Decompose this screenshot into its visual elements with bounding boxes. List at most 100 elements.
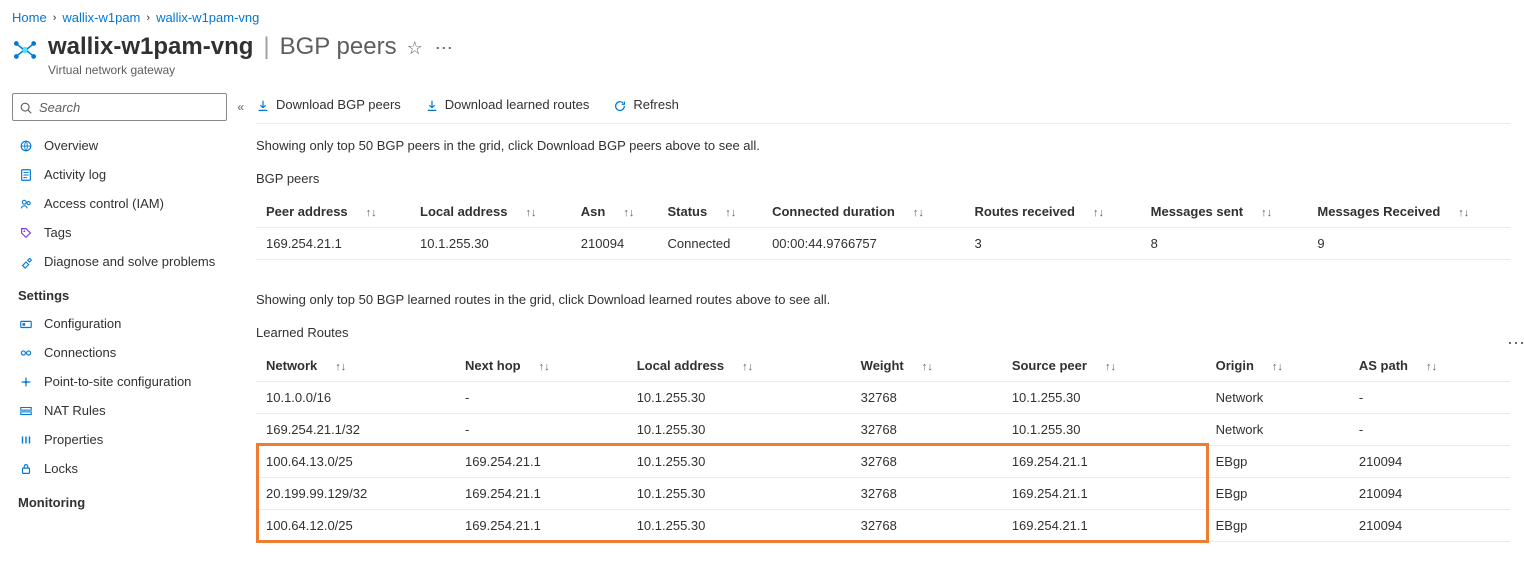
page-title: BGP peers xyxy=(280,33,397,61)
cell: 8 xyxy=(1141,227,1308,259)
cell: 10.1.255.30 xyxy=(1002,381,1206,413)
column-header[interactable]: Local address↑↓ xyxy=(627,350,851,382)
learned-routes-table: Network↑↓Next hop↑↓Local address↑↓Weight… xyxy=(256,350,1510,542)
bgp-peers-title: BGP peers xyxy=(256,171,1510,186)
sort-icon[interactable]: ↑↓ xyxy=(335,361,346,373)
sidebar-item-nat-rules[interactable]: NAT Rules xyxy=(8,396,248,425)
cell: 100.64.13.0/25 xyxy=(256,445,455,477)
more-button[interactable]: ⋯ xyxy=(435,38,454,59)
favorite-button[interactable]: ☆ xyxy=(407,38,423,59)
cell: 169.254.21.1 xyxy=(256,227,410,259)
sort-icon[interactable]: ↑↓ xyxy=(1105,361,1116,373)
column-label: AS path xyxy=(1359,358,1408,373)
search-placeholder: Search xyxy=(39,100,80,115)
cell: 32768 xyxy=(851,381,1002,413)
sort-icon[interactable]: ↑↓ xyxy=(913,207,924,219)
table-row[interactable]: 100.64.13.0/25169.254.21.110.1.255.30327… xyxy=(256,445,1510,477)
cell: 10.1.255.30 xyxy=(627,445,851,477)
refresh-button[interactable]: Refresh xyxy=(613,97,679,113)
download-learned-routes-button[interactable]: Download learned routes xyxy=(425,97,590,113)
column-header[interactable]: Asn ↑↓ xyxy=(571,196,658,228)
table-row[interactable]: 169.254.21.1/32-10.1.255.303276810.1.255… xyxy=(256,413,1510,445)
column-header[interactable]: Local address↑↓ xyxy=(410,196,571,228)
column-header[interactable]: Origin ↑↓ xyxy=(1206,350,1349,382)
column-header[interactable]: AS path ↑↓ xyxy=(1349,350,1510,382)
column-header[interactable]: Connected duration↑↓ xyxy=(762,196,964,228)
breadcrumb-res[interactable]: wallix-w1pam-vng xyxy=(156,10,259,25)
sort-icon[interactable]: ↑↓ xyxy=(623,207,634,219)
breadcrumb-home[interactable]: Home xyxy=(12,10,47,25)
nav-label: Overview xyxy=(44,138,98,153)
cell: 169.254.21.1 xyxy=(455,445,627,477)
cell: 32768 xyxy=(851,413,1002,445)
collapse-sidebar-button[interactable]: « xyxy=(237,100,244,114)
table-row[interactable]: 100.64.12.0/25169.254.21.110.1.255.30327… xyxy=(256,509,1510,541)
sort-icon[interactable]: ↑↓ xyxy=(366,207,377,219)
sort-icon[interactable]: ↑↓ xyxy=(922,361,933,373)
bars-icon xyxy=(18,433,34,447)
sidebar-item-properties[interactable]: Properties xyxy=(8,425,248,454)
sidebar-item-diagnose-and-solve-problems[interactable]: Diagnose and solve problems xyxy=(8,247,248,276)
sidebar-item-access-control-iam-[interactable]: Access control (IAM) xyxy=(8,189,248,218)
sidebar-item-point-to-site-configuration[interactable]: Point-to-site configuration xyxy=(8,367,248,396)
breadcrumb-rg[interactable]: wallix-w1pam xyxy=(62,10,140,25)
column-header[interactable]: Weight↑↓ xyxy=(851,350,1002,382)
cell: 10.1.0.0/16 xyxy=(256,381,455,413)
sidebar-item-tags[interactable]: Tags xyxy=(8,218,248,247)
cell: 210094 xyxy=(1349,477,1510,509)
chevron-right-icon: › xyxy=(53,12,57,24)
bgp-peers-table: Peer address↑↓Local address↑↓Asn↑↓Status… xyxy=(256,196,1510,260)
download-icon xyxy=(425,97,439,113)
globe-icon xyxy=(18,139,34,153)
sort-icon[interactable]: ↑↓ xyxy=(525,207,536,219)
table-row[interactable]: 10.1.0.0/16-10.1.255.303276810.1.255.30N… xyxy=(256,381,1510,413)
cell: 169.254.21.1/32 xyxy=(256,413,455,445)
cell: 20.199.99.129/32 xyxy=(256,477,455,509)
cell: - xyxy=(1349,381,1510,413)
table-row[interactable]: 20.199.99.129/32169.254.21.110.1.255.303… xyxy=(256,477,1510,509)
sort-icon[interactable]: ↑↓ xyxy=(742,361,753,373)
log-icon xyxy=(18,168,34,182)
sort-icon[interactable]: ↑↓ xyxy=(1458,207,1469,219)
gear-icon xyxy=(18,317,34,331)
sort-icon[interactable]: ↑↓ xyxy=(1261,207,1272,219)
main-content: Download BGP peers Download learned rout… xyxy=(256,89,1524,562)
nav-section-settings: Settings xyxy=(8,276,248,309)
column-header[interactable]: Source peer↑↓ xyxy=(1002,350,1206,382)
cell: 32768 xyxy=(851,509,1002,541)
sidebar-item-activity-log[interactable]: Activity log xyxy=(8,160,248,189)
sidebar-item-locks[interactable]: Locks xyxy=(8,454,248,483)
download-bgp-peers-label: Download BGP peers xyxy=(276,97,401,112)
table-row[interactable]: 169.254.21.110.1.255.30210094Connected00… xyxy=(256,227,1510,259)
column-label: Peer address xyxy=(266,204,348,219)
sort-icon[interactable]: ↑↓ xyxy=(1093,207,1104,219)
cell: EBgp xyxy=(1206,445,1349,477)
cell: - xyxy=(455,381,627,413)
column-header[interactable]: Peer address ↑↓ xyxy=(256,196,410,228)
nav-label: Properties xyxy=(44,432,103,447)
sidebar-item-configuration[interactable]: Configuration xyxy=(8,309,248,338)
column-label: Origin xyxy=(1216,358,1254,373)
column-header[interactable]: Messages Received↑↓ xyxy=(1307,196,1510,228)
column-header[interactable]: Network↑↓ xyxy=(256,350,455,382)
column-header[interactable]: Messages sent↑↓ xyxy=(1141,196,1308,228)
sidebar-item-overview[interactable]: Overview xyxy=(8,131,248,160)
chevron-right-icon: › xyxy=(146,12,150,24)
cell: 00:00:44.9766757 xyxy=(762,227,964,259)
sidebar-item-connections[interactable]: Connections xyxy=(8,338,248,367)
sort-icon[interactable]: ↑↓ xyxy=(539,361,550,373)
sidebar-search[interactable]: Search xyxy=(12,93,227,121)
sort-icon[interactable]: ↑↓ xyxy=(1426,361,1437,373)
column-label: Asn xyxy=(581,204,606,219)
sort-icon[interactable]: ↑↓ xyxy=(1272,361,1283,373)
cell: 169.254.21.1 xyxy=(455,509,627,541)
column-header[interactable]: Next hop↑↓ xyxy=(455,350,627,382)
download-bgp-peers-button[interactable]: Download BGP peers xyxy=(256,97,401,113)
cell: 9 xyxy=(1307,227,1510,259)
cell: 10.1.255.30 xyxy=(1002,413,1206,445)
toolbar: Download BGP peers Download learned rout… xyxy=(256,89,1510,124)
column-header[interactable]: Routes received↑↓ xyxy=(965,196,1141,228)
page-header: wallix-w1pam-vng | BGP peers ☆ ⋯ Virtual… xyxy=(0,31,1524,89)
sort-icon[interactable]: ↑↓ xyxy=(725,207,736,219)
column-header[interactable]: Status↑↓ xyxy=(657,196,762,228)
